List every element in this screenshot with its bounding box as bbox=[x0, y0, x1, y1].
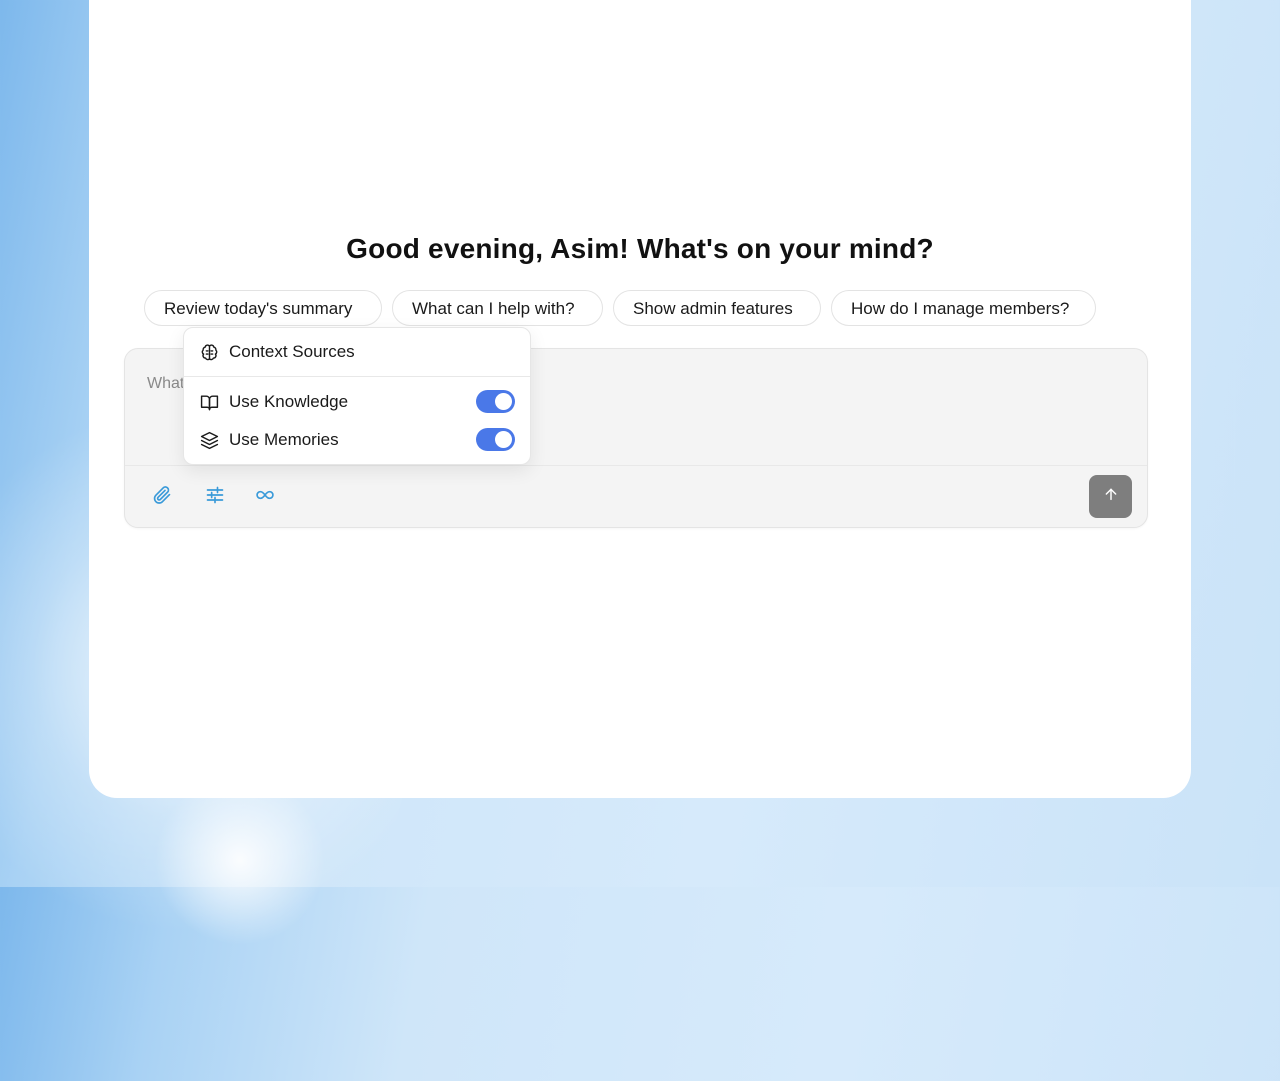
composer-divider bbox=[125, 465, 1147, 466]
attach-button[interactable] bbox=[148, 483, 176, 511]
option-use-memories: Use Memories bbox=[199, 428, 515, 452]
context-button[interactable] bbox=[251, 483, 279, 511]
use-memories-label: Use Memories bbox=[229, 430, 339, 449]
context-sources-popover: Context Sources Use Knowledge Use Memori… bbox=[183, 327, 531, 465]
suggestion-chip-admin[interactable]: Show admin features bbox=[613, 290, 821, 326]
book-icon bbox=[199, 392, 219, 412]
infinity-icon bbox=[254, 485, 276, 510]
suggestion-chip-members[interactable]: How do I manage members? bbox=[831, 290, 1096, 326]
popover-divider bbox=[184, 376, 530, 377]
use-knowledge-toggle[interactable] bbox=[476, 390, 515, 413]
brain-icon bbox=[199, 342, 219, 362]
use-memories-toggle[interactable] bbox=[476, 428, 515, 451]
paperclip-icon bbox=[152, 485, 172, 510]
greeting-heading: Good evening, Asim! What's on your mind? bbox=[346, 233, 934, 264]
context-sources-title: Context Sources bbox=[229, 342, 355, 361]
suggestion-chip-summary[interactable]: Review today's summary bbox=[144, 290, 382, 326]
arrow-up-icon bbox=[1103, 486, 1119, 507]
suggestion-chips: Review today's summary What can I help w… bbox=[0, 290, 1280, 328]
context-sources-header: Context Sources bbox=[199, 340, 515, 364]
option-use-knowledge: Use Knowledge bbox=[199, 390, 515, 414]
use-knowledge-label: Use Knowledge bbox=[229, 392, 349, 411]
suggestion-chip-help[interactable]: What can I help with? bbox=[392, 290, 603, 326]
layers-icon bbox=[199, 430, 219, 450]
controls-button[interactable] bbox=[201, 483, 229, 511]
sliders-icon bbox=[205, 485, 225, 510]
send-button[interactable] bbox=[1089, 475, 1132, 518]
